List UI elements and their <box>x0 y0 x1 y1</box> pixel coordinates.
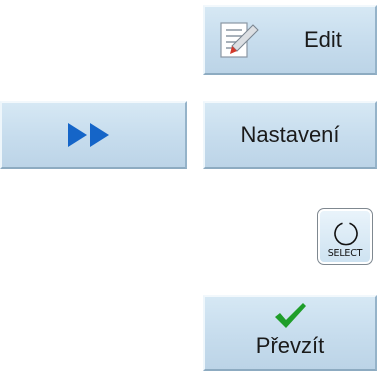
edit-softkey-label: Edit <box>304 27 342 52</box>
accept-softkey-label: Převzít <box>255 333 325 358</box>
accept-softkey[interactable]: Převzít <box>203 295 377 371</box>
select-key-label: SELECT <box>327 248 363 259</box>
select-circle-icon <box>334 222 358 246</box>
edit-pencil-icon <box>220 22 259 58</box>
settings-softkey[interactable]: Nastavení <box>203 101 377 169</box>
fast-forward-icon <box>68 123 109 147</box>
settings-softkey-label: Nastavení <box>240 122 340 147</box>
checkmark-icon <box>275 303 306 328</box>
softkey-panel: Edit Nastavení SELECT Převzít <box>0 0 377 371</box>
fast-forward-softkey[interactable] <box>0 101 187 169</box>
edit-softkey[interactable]: Edit <box>203 5 377 75</box>
select-key[interactable]: SELECT <box>317 208 373 265</box>
